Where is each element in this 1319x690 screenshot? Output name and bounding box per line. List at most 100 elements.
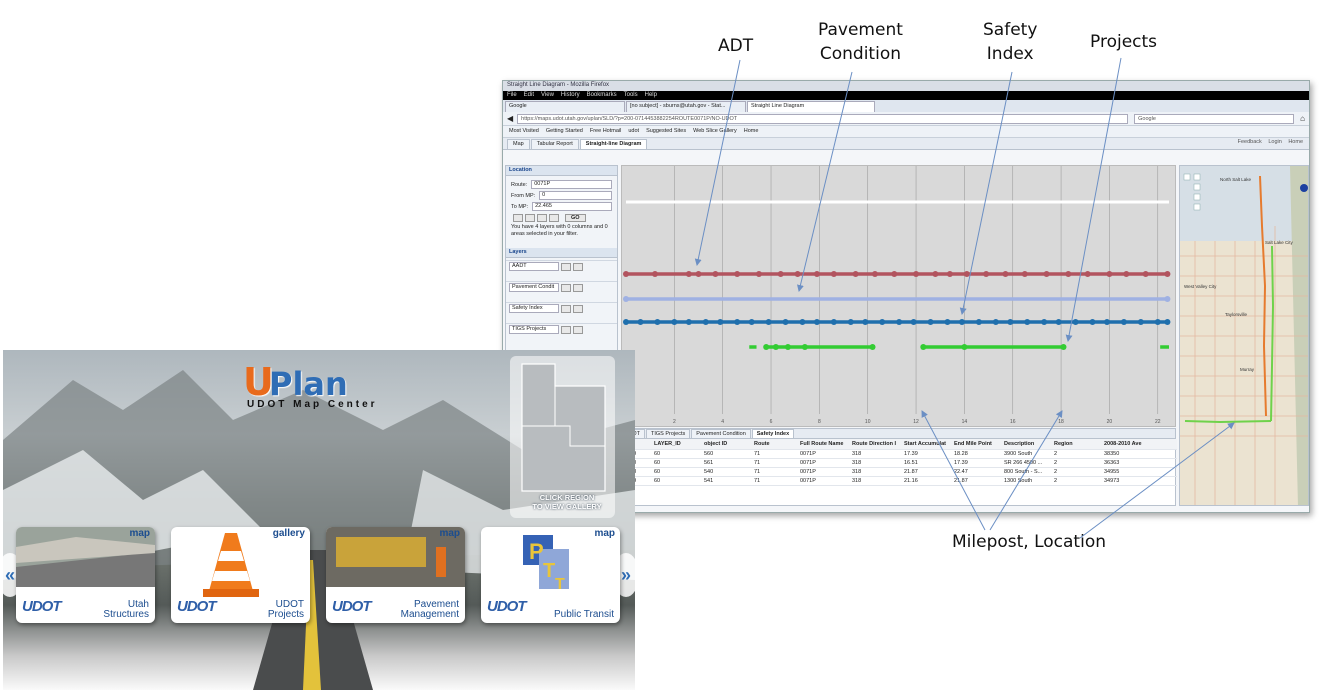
column-header[interactable]: 2008-2010 Ave <box>1102 439 1177 450</box>
click-region-label[interactable]: CLICK REGION TO VIEW GALLERY <box>517 493 617 511</box>
x-tick-label: 2 <box>673 419 676 425</box>
table-cell: 2 <box>1052 449 1102 459</box>
tool-icon-3[interactable] <box>537 213 547 222</box>
table-cell: 17.39 <box>952 458 1002 468</box>
straight-line-diagram-chart[interactable]: 2 4 6 8 10 12 14 16 18 20 22 <box>621 165 1176 427</box>
table-cell: 560 <box>702 449 752 459</box>
layer-style-icon[interactable] <box>561 283 571 292</box>
table-row[interactable]: 453860540710071P31821.8722.47800 South -… <box>622 467 1177 477</box>
table-cell: 0071P <box>798 476 850 486</box>
card-utah-structures[interactable]: map UDOT Utah Structures <box>16 527 155 623</box>
table-cell: 60 <box>652 449 702 459</box>
table-tab-tigs[interactable]: TIGS Projects <box>646 429 691 438</box>
series-marker-0 <box>685 271 692 277</box>
series-marker-0 <box>983 271 990 277</box>
callout-milepost-location: Milepost, Location <box>952 532 1106 552</box>
card-title: Utah Structures <box>103 600 149 620</box>
column-header[interactable]: Route Direction I <box>850 439 902 450</box>
menu-history[interactable]: History <box>561 92 580 98</box>
layer-style-icon[interactable] <box>561 262 571 271</box>
column-header[interactable]: Start Accumulat <box>902 439 952 450</box>
bookmark-web-slice[interactable]: Web Slice Gallery <box>693 128 737 134</box>
layer-select-aadt[interactable]: AADT <box>509 262 559 271</box>
column-header[interactable]: Region <box>1052 439 1102 450</box>
card-udot-projects[interactable]: gallery UDOT UDOT Projects <box>171 527 310 623</box>
browser-tab-google[interactable]: Google <box>505 101 625 112</box>
card-pavement-management[interactable]: map UDOT Pavement Management <box>326 527 465 623</box>
card-title-line2: Public Transit <box>553 609 614 620</box>
tool-icon-4[interactable] <box>549 213 559 222</box>
table-cell: 3900 South <box>1002 449 1052 459</box>
table-cell: 22.47 <box>952 467 1002 477</box>
menu-bookmarks[interactable]: Bookmarks <box>587 92 617 98</box>
layer-select-projects[interactable]: TIGS Projects <box>509 325 559 334</box>
from-mp-input[interactable]: 0 <box>539 191 612 200</box>
column-header[interactable]: LAYER_ID <box>652 439 702 450</box>
layer-style-icon[interactable] <box>561 304 571 313</box>
from-row: From MP: 0 <box>506 190 617 201</box>
series-marker-3 <box>869 344 876 350</box>
series-marker-0 <box>1065 271 1072 277</box>
feedback-link[interactable]: Feedback <box>1238 139 1262 145</box>
column-header[interactable]: Description <box>1002 439 1052 450</box>
table-tabs: ADT TIGS Projects Pavement Condition Saf… <box>622 429 1175 439</box>
table-tab-pavement[interactable]: Pavement Condition <box>691 429 751 438</box>
series-marker-2 <box>896 319 903 325</box>
layer-color-icon[interactable] <box>573 325 583 334</box>
column-header[interactable]: End Mile Point <box>952 439 1002 450</box>
bookmark-home[interactable]: Home <box>744 128 759 134</box>
tab-straight-line-diagram[interactable]: Straight-line Diagram <box>579 139 648 149</box>
table-cell: 60 <box>652 467 702 477</box>
table-cell: 34955 <box>1102 467 1177 477</box>
series-marker-0 <box>734 271 741 277</box>
card-title-line2: Projects <box>267 609 304 620</box>
menu-help[interactable]: Help <box>645 92 657 98</box>
column-header[interactable]: Route <box>752 439 798 450</box>
to-mp-input[interactable]: 22.465 <box>532 202 612 211</box>
browser-tab-sld[interactable]: Straight Line Diagram <box>747 101 875 112</box>
layer-color-icon[interactable] <box>573 304 583 313</box>
tab-tabular-report[interactable]: Tabular Report <box>530 139 579 149</box>
layer-color-icon[interactable] <box>573 262 583 271</box>
menu-file[interactable]: File <box>507 92 517 98</box>
back-icon[interactable]: ◀ <box>507 114 513 123</box>
table-tab-safety[interactable]: Safety Index <box>751 429 795 438</box>
search-input[interactable]: Google <box>1134 113 1295 124</box>
home-link[interactable]: Home <box>1288 139 1303 145</box>
layer-select-pavement[interactable]: Pavement Condit <box>509 283 559 292</box>
tool-icon-2[interactable] <box>525 213 535 222</box>
table-row[interactable]: 453960541710071P31821.1621.871300 South2… <box>622 476 1177 486</box>
route-select[interactable]: 0071P <box>531 180 612 189</box>
udot-logo: UDOT <box>177 598 216 615</box>
bookmark-getting-started[interactable]: Getting Started <box>546 128 583 134</box>
callout-safety-line2: Index <box>986 44 1034 64</box>
series-marker-2 <box>654 319 661 325</box>
card-tag: map <box>594 528 615 539</box>
menu-edit[interactable]: Edit <box>524 92 534 98</box>
bookmark-most-visited[interactable]: Most Visited <box>509 128 539 134</box>
column-header[interactable]: Full Route Name <box>798 439 850 450</box>
card-public-transit[interactable]: PTT map UDOT Public Transit <box>481 527 620 623</box>
bookmark-free-hotmail[interactable]: Free Hotmail <box>590 128 621 134</box>
browser-tab-mail[interactable]: [no subject] - sburns@utah.gov - Stat... <box>626 101 746 112</box>
menu-tools[interactable]: Tools <box>624 92 638 98</box>
map-compass-icon[interactable] <box>1300 184 1308 192</box>
bookmark-suggested-sites[interactable]: Suggested Sites <box>646 128 686 134</box>
layer-select-safety[interactable]: Safety Index <box>509 304 559 313</box>
column-header[interactable]: object ID <box>702 439 752 450</box>
bookmark-udot[interactable]: udot <box>628 128 639 134</box>
layer-color-icon[interactable] <box>573 283 583 292</box>
svg-text:T: T <box>555 576 565 593</box>
menu-view[interactable]: View <box>541 92 554 98</box>
tab-map[interactable]: Map <box>507 139 530 149</box>
table-cell: 36363 <box>1102 458 1177 468</box>
url-bar[interactable]: https://maps.udot.utah.gov/uplan/SLD/?p=… <box>517 113 1129 124</box>
home-icon[interactable]: ⌂ <box>1300 114 1305 123</box>
go-button[interactable]: GO <box>565 213 586 222</box>
table-row[interactable]: 452960560710071P31817.3918.283900 South2… <box>622 449 1177 459</box>
layer-style-icon[interactable] <box>561 325 571 334</box>
table-row[interactable]: 453060561710071P31816.5117.39SR 266 4500… <box>622 458 1177 468</box>
login-link[interactable]: Login <box>1268 139 1281 145</box>
side-map[interactable]: North Salt Lake Salt Lake City West Vall… <box>1179 165 1309 506</box>
tool-icon-1[interactable] <box>513 213 523 222</box>
